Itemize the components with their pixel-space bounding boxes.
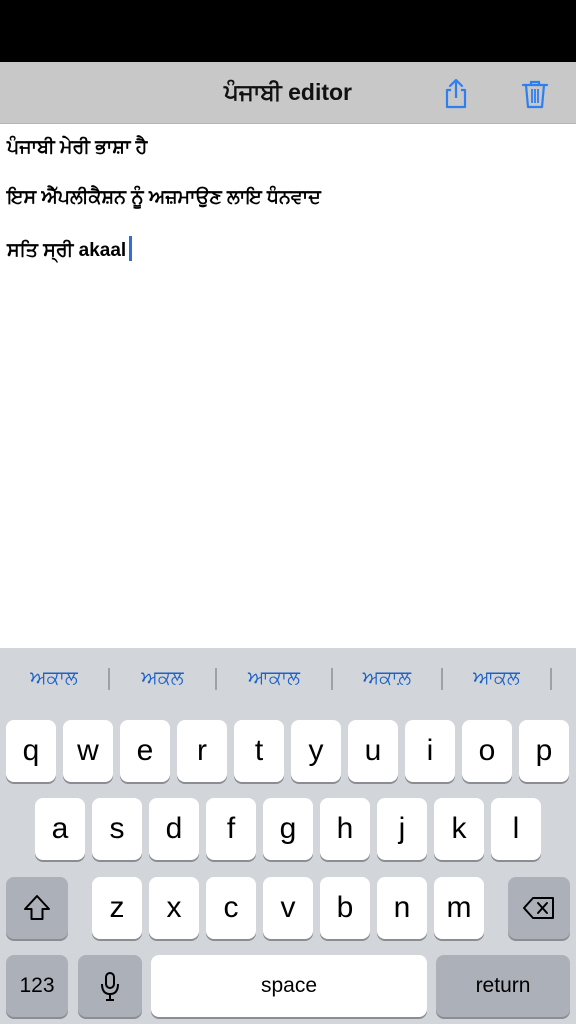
page-title: ਪੰਜਾਬੀ editor [224, 79, 352, 105]
key-label: k [451, 812, 467, 845]
key-v[interactable]: v [263, 877, 313, 939]
return-key[interactable]: return [436, 955, 570, 1017]
shift-key[interactable] [6, 877, 68, 939]
key-j[interactable]: j [377, 798, 427, 860]
suggestion-item[interactable]: ਅਕਾਲ [0, 648, 108, 710]
key-e[interactable]: e [120, 720, 170, 782]
text-caret [129, 236, 133, 261]
key-label: d [165, 812, 183, 845]
trash-button[interactable] [517, 76, 553, 112]
microphone-icon [101, 972, 119, 1001]
dictation-key[interactable] [78, 955, 142, 1017]
editor-line-text: ਸਤਿ ਸ੍ਰੀ akaal [7, 240, 127, 261]
key-label: b [336, 891, 354, 924]
key-label: r [197, 734, 207, 767]
key-label: j [398, 812, 406, 845]
text-editor[interactable]: ਪੰਜਾਬੀ ਮੇਰੀ ਭਾਸ਼ਾ ਹੈ ਇਸ ਐੱਪਲੀਕੈਸ਼ਨ ਨੂੰ ਅ… [7, 136, 567, 286]
key-z[interactable]: z [92, 877, 142, 939]
key-label: n [393, 891, 411, 924]
key-t[interactable]: t [234, 720, 284, 782]
key-label: e [136, 734, 154, 767]
key-u[interactable]: u [348, 720, 398, 782]
editor-line-current: ਸਤਿ ਸ੍ਰੀ akaal [7, 236, 567, 286]
suggestion-bar: ਅਕਾਲ ਅਕਲ ਆਕਾਲ ਅਕਾਲ਼ ਆਕਲ [0, 648, 576, 710]
key-label: i [426, 734, 434, 767]
numbers-key[interactable]: 123 [6, 955, 68, 1017]
key-label: z [109, 891, 125, 924]
share-icon [445, 78, 467, 109]
key-x[interactable]: x [149, 877, 199, 939]
key-label: h [336, 812, 354, 845]
key-q[interactable]: q [6, 720, 56, 782]
key-p[interactable]: p [519, 720, 569, 782]
key-d[interactable]: d [149, 798, 199, 860]
key-i[interactable]: i [405, 720, 455, 782]
key-label: o [478, 734, 496, 767]
key-label: 123 [19, 974, 55, 997]
key-m[interactable]: m [434, 877, 484, 939]
share-button[interactable] [438, 76, 474, 112]
suggestion-item[interactable]: ਅਕਲ [110, 648, 215, 710]
key-label: x [166, 891, 182, 924]
key-label: a [51, 812, 69, 845]
shift-icon [24, 895, 50, 920]
key-label: t [254, 734, 264, 767]
key-y[interactable]: y [291, 720, 341, 782]
key-r[interactable]: r [177, 720, 227, 782]
key-label: u [364, 734, 382, 767]
key-label: w [77, 734, 99, 767]
key-label: y [308, 734, 324, 767]
key-label: space [260, 974, 318, 997]
status-bar [0, 0, 576, 62]
key-w[interactable]: w [63, 720, 113, 782]
editor-line: ਪੰਜਾਬੀ ਮੇਰੀ ਭਾਸ਼ਾ ਹੈ [7, 137, 148, 158]
key-k[interactable]: k [434, 798, 484, 860]
trash-icon [521, 80, 549, 109]
key-label: g [279, 812, 297, 845]
key-label: return [475, 974, 531, 997]
key-label: v [280, 891, 296, 924]
key-h[interactable]: h [320, 798, 370, 860]
key-label: c [223, 891, 239, 924]
key-n[interactable]: n [377, 877, 427, 939]
suggestion-item[interactable]: ਆਕਾਲ [217, 648, 331, 710]
key-o[interactable]: o [462, 720, 512, 782]
key-label: p [535, 734, 553, 767]
navigation-bar: ਪੰਜਾਬੀ editor [0, 62, 576, 124]
key-a[interactable]: a [35, 798, 85, 860]
delete-icon [523, 897, 554, 919]
suggestion-item[interactable]: ਆਕਲ [443, 648, 550, 710]
keyboard: q w e r t y u i o p a s d f g h j k l z … [0, 710, 576, 1024]
key-s[interactable]: s [92, 798, 142, 860]
suggestion-divider [550, 668, 552, 690]
key-label: q [22, 734, 40, 767]
key-label: f [226, 812, 236, 845]
key-f[interactable]: f [206, 798, 256, 860]
key-l[interactable]: l [491, 798, 541, 860]
key-b[interactable]: b [320, 877, 370, 939]
key-c[interactable]: c [206, 877, 256, 939]
editor-line: ਇਸ ਐੱਪਲੀਕੈਸ਼ਨ ਨੂੰ ਅਜ਼ਮਾਉਣ ਲਾਇ ਧੰਨਵਾਦ [7, 187, 321, 208]
key-g[interactable]: g [263, 798, 313, 860]
suggestion-item[interactable]: ਅਕਾਲ਼ [333, 648, 441, 710]
space-key[interactable]: space [151, 955, 427, 1017]
delete-key[interactable] [508, 877, 570, 939]
key-label: s [109, 812, 125, 845]
key-label: l [512, 812, 520, 845]
key-label: m [446, 891, 472, 924]
